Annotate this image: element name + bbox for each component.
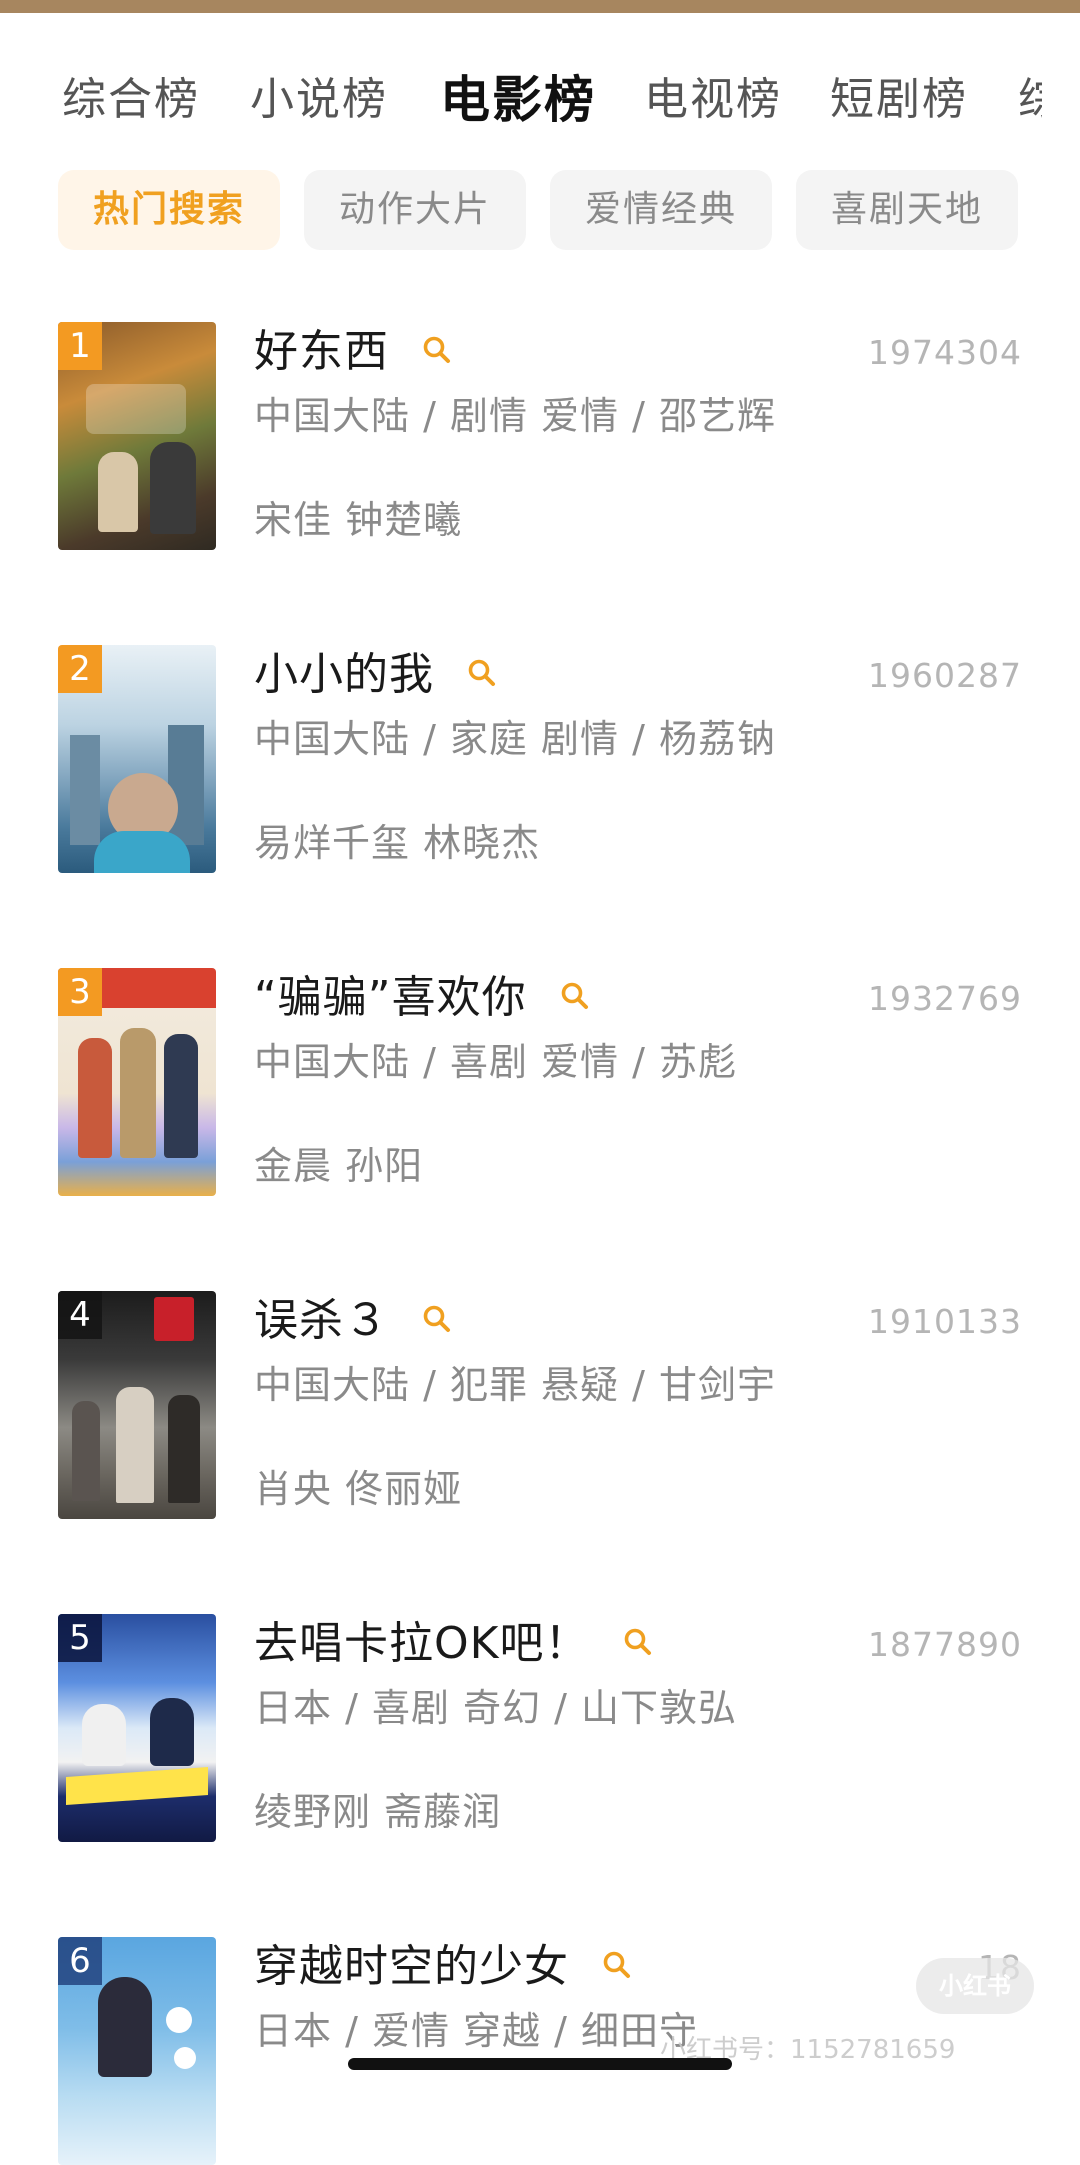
movie-title-row: 去唱卡拉OK吧！ (254, 1614, 653, 1674)
list-item[interactable]: 2 小小的我 1960287 中国大陆 / 家庭 剧情 / 杨荔钠 易烊千玺 林… (0, 645, 1080, 885)
category-tabs: 综合榜 小说榜 电影榜 电视榜 短剧榜 综 (0, 60, 1080, 140)
tab-short-drama[interactable]: 短剧榜 (830, 60, 968, 140)
movie-title-row: 误杀３ (254, 1291, 452, 1351)
list-item[interactable]: 1 好东西 1974304 中国大陆 / 剧情 爱情 / 邵艺辉 宋佳 钟楚曦 (0, 322, 1080, 562)
movie-title[interactable]: 好东西 (254, 326, 389, 377)
tab-variety-partial[interactable]: 综 (1018, 60, 1042, 140)
search-icon[interactable] (422, 335, 452, 365)
watermark-badge: 小红书 (916, 1958, 1034, 2014)
chip-comedy[interactable]: 喜剧天地 (796, 170, 1018, 250)
movie-meta: 中国大陆 / 犯罪 悬疑 / 甘剑宇 (254, 1363, 777, 1407)
rank-badge: 4 (58, 1291, 102, 1339)
hot-score: 1960287 (868, 656, 1022, 695)
list-item[interactable]: 3 “骗骗”喜欢你 1932769 中国大陆 / 喜剧 爱情 / 苏彪 金晨 孙… (0, 968, 1080, 1208)
movie-poster[interactable]: 6 (58, 1937, 216, 2165)
movie-title[interactable]: “骗骗”喜欢你 (254, 972, 527, 1023)
tab-novel[interactable]: 小说榜 (250, 60, 388, 140)
list-item[interactable]: 4 误杀３ 1910133 中国大陆 / 犯罪 悬疑 / 甘剑宇 肖央 佟丽娅 (0, 1291, 1080, 1531)
movie-title[interactable]: 误杀３ (254, 1295, 389, 1346)
movie-title-row: 穿越时空的少女 (254, 1937, 632, 1997)
movie-meta: 日本 / 爱情 穿越 / 细田守 (254, 2009, 699, 2053)
rank-badge: 6 (58, 1937, 102, 1985)
movie-title[interactable]: 穿越时空的少女 (254, 1941, 569, 1992)
rank-badge: 5 (58, 1614, 102, 1662)
hot-score: 1932769 (868, 979, 1022, 1018)
search-icon[interactable] (623, 1627, 653, 1657)
movie-meta: 中国大陆 / 家庭 剧情 / 杨荔钠 (254, 717, 777, 761)
search-icon[interactable] (467, 658, 497, 688)
tab-tv[interactable]: 电视榜 (644, 60, 782, 140)
hot-score: 1877890 (868, 1625, 1022, 1664)
rank-badge: 3 (58, 968, 102, 1016)
movie-cast: 绫野刚 斋藤润 (254, 1790, 502, 1834)
movie-cast: 宋佳 钟楚曦 (254, 498, 463, 542)
movie-poster[interactable]: 1 (58, 322, 216, 550)
movie-title-row: 好东西 (254, 322, 452, 382)
chip-hot-search[interactable]: 热门搜索 (58, 170, 280, 250)
search-icon[interactable] (422, 1304, 452, 1334)
movie-meta: 中国大陆 / 喜剧 爱情 / 苏彪 (254, 1040, 738, 1084)
movie-poster[interactable]: 3 (58, 968, 216, 1196)
movie-poster[interactable]: 4 (58, 1291, 216, 1519)
movie-cast: 肖央 佟丽娅 (254, 1467, 463, 1511)
movie-poster[interactable]: 2 (58, 645, 216, 873)
tab-movie[interactable]: 电影榜 (440, 60, 596, 140)
movie-title[interactable]: 去唱卡拉OK吧！ (254, 1618, 590, 1669)
top-color-strip (0, 0, 1080, 13)
movie-title-row: 小小的我 (254, 645, 497, 705)
hot-score: 1910133 (868, 1302, 1022, 1341)
chip-romance[interactable]: 爱情经典 (550, 170, 772, 250)
movie-poster[interactable]: 5 (58, 1614, 216, 1842)
movie-meta: 中国大陆 / 剧情 爱情 / 邵艺辉 (254, 394, 777, 438)
tab-comprehensive[interactable]: 综合榜 (62, 60, 200, 140)
rank-badge: 2 (58, 645, 102, 693)
search-icon[interactable] (560, 981, 590, 1011)
chip-action[interactable]: 动作大片 (304, 170, 526, 250)
movie-meta: 日本 / 喜剧 奇幻 / 山下敦弘 (254, 1686, 738, 1730)
search-icon[interactable] (602, 1950, 632, 1980)
hot-score: 1974304 (868, 333, 1022, 372)
movie-cast: 易烊千玺 林晓杰 (254, 821, 541, 865)
home-indicator[interactable] (348, 2058, 732, 2070)
list-item[interactable]: 5 去唱卡拉OK吧！ 1877890 日本 / 喜剧 奇幻 / 山下敦弘 绫野刚… (0, 1614, 1080, 1854)
movie-title[interactable]: 小小的我 (254, 649, 434, 700)
movie-cast: 金晨 孙阳 (254, 1144, 424, 1188)
rank-badge: 1 (58, 322, 102, 370)
movie-title-row: “骗骗”喜欢你 (254, 968, 590, 1028)
